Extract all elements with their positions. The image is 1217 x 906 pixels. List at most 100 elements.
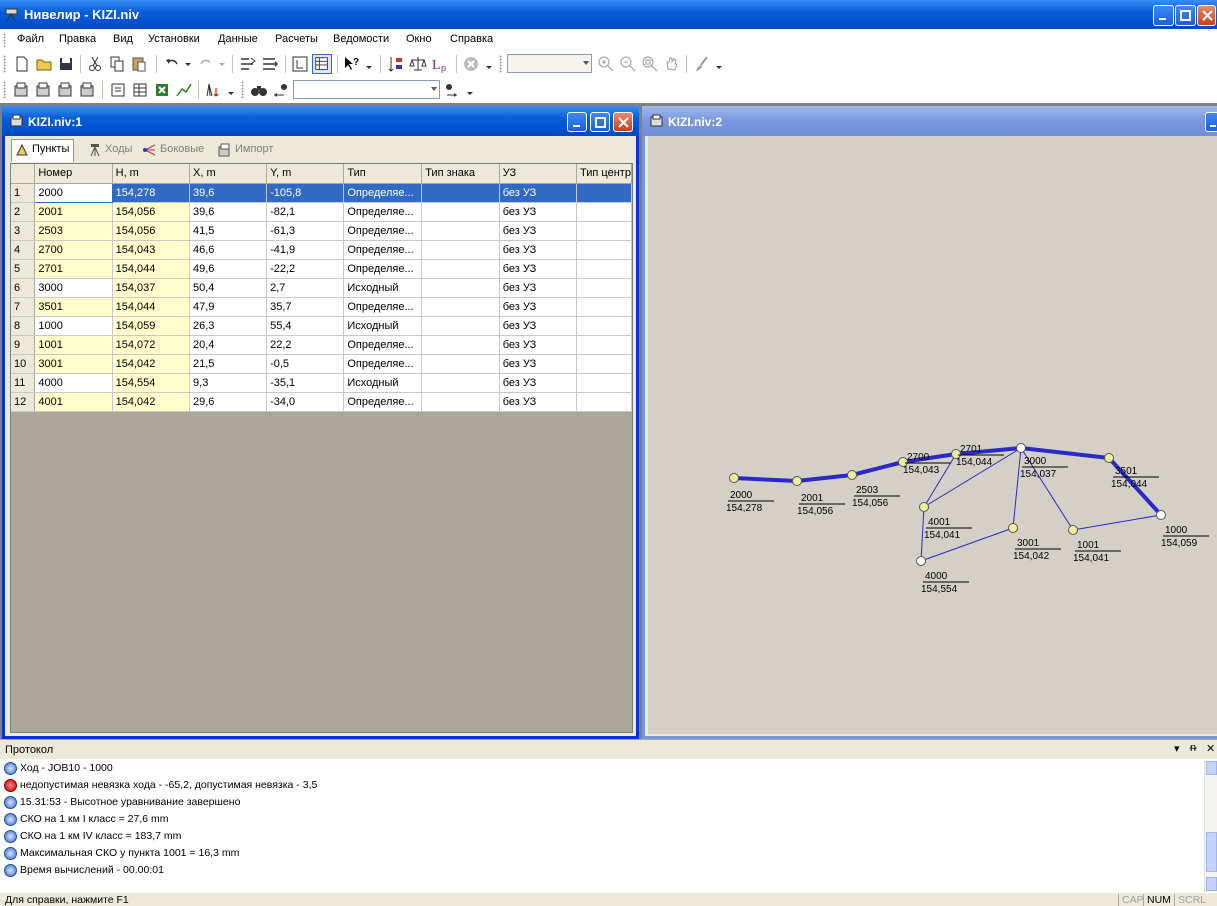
cell-sign-type[interactable]: [421, 240, 500, 260]
cell-number[interactable]: 1001: [34, 335, 113, 355]
cell-number[interactable]: 3001: [34, 354, 113, 374]
cell-sign-type[interactable]: [421, 373, 500, 393]
cell-type[interactable]: Определяе...: [343, 221, 423, 241]
menu-view[interactable]: Вид: [113, 33, 133, 45]
cell-type[interactable]: Определяе...: [343, 240, 423, 260]
tab-side-shots[interactable]: Боковые: [140, 140, 208, 161]
cell-height[interactable]: 154,042: [112, 354, 191, 374]
cell-uz[interactable]: без УЗ: [499, 316, 578, 336]
child-minimize-button[interactable]: [567, 112, 587, 132]
export-chart-icon[interactable]: [174, 80, 194, 100]
cell-uz[interactable]: без УЗ: [499, 392, 578, 412]
row-number-cell[interactable]: 5: [11, 259, 36, 279]
cell-type[interactable]: Определяе...: [343, 183, 423, 203]
defined-point-marker[interactable]: [847, 470, 857, 480]
undo-icon[interactable]: [162, 54, 182, 74]
column-header-height[interactable]: H, m: [112, 164, 191, 184]
cell-type[interactable]: Определяе...: [343, 259, 423, 279]
cell-uz[interactable]: без УЗ: [499, 373, 578, 393]
map-point-2701[interactable]: 2701 154,044: [951, 444, 1005, 468]
cell-x[interactable]: 47,9: [189, 297, 268, 317]
column-header-x[interactable]: X, m: [189, 164, 268, 184]
cell-uz[interactable]: без УЗ: [499, 240, 578, 260]
cell-x[interactable]: 26,3: [189, 316, 268, 336]
cell-number[interactable]: 3501: [34, 297, 113, 317]
cell-x[interactable]: 29,6: [189, 392, 268, 412]
map-point-4001[interactable]: 4001 154,041: [919, 502, 973, 542]
row-number-cell[interactable]: 7: [11, 297, 36, 317]
toolbar-overflow-icon[interactable]: [364, 54, 374, 74]
tab-points[interactable]: Пункты: [11, 139, 75, 162]
toolbar-overflow-icon[interactable]: [714, 54, 724, 74]
cell-center-type[interactable]: [576, 373, 632, 393]
cell-center-type[interactable]: [576, 183, 632, 203]
table-row[interactable]: 7 3501 154,044 47,9 35,7 Определяе... без УЗ: [11, 297, 632, 317]
cell-uz[interactable]: без УЗ: [499, 221, 578, 241]
child-close-button[interactable]: [613, 112, 633, 132]
tab-import[interactable]: Импорт: [215, 140, 277, 161]
cell-height[interactable]: 154,037: [112, 278, 191, 298]
cell-sign-type[interactable]: [421, 335, 500, 355]
export-table-icon[interactable]: [130, 80, 150, 100]
menu-data[interactable]: Данные: [218, 33, 258, 45]
menu-edit[interactable]: Правка: [59, 33, 96, 45]
cell-center-type[interactable]: [576, 202, 632, 222]
defined-point-marker[interactable]: [1068, 525, 1078, 535]
row-number-cell[interactable]: 3: [11, 221, 36, 241]
scroll-thumb[interactable]: [1206, 832, 1217, 872]
cell-uz[interactable]: без УЗ: [499, 259, 578, 279]
cell-type[interactable]: Определяе...: [343, 297, 423, 317]
cell-number[interactable]: 2001: [34, 202, 113, 222]
cell-type[interactable]: Исходный: [343, 278, 423, 298]
row-number-cell[interactable]: 11: [11, 373, 36, 393]
table-row[interactable]: 6 3000 154,037 50,4 2,7 Исходный без УЗ: [11, 278, 632, 298]
cell-center-type[interactable]: [576, 278, 632, 298]
table-row[interactable]: 4 2700 154,043 46,6 -41,9 Определяе... без УЗ: [11, 240, 632, 260]
cell-sign-type[interactable]: [421, 297, 500, 317]
cell-number[interactable]: 1000: [34, 316, 113, 336]
leveling-sort-icon[interactable]: [386, 54, 406, 74]
cell-center-type[interactable]: [576, 297, 632, 317]
cell-height[interactable]: 154,043: [112, 240, 191, 260]
balance-icon[interactable]: [408, 54, 428, 74]
cell-uz[interactable]: без УЗ: [499, 183, 578, 203]
pin-icon[interactable]: ᵰ: [1190, 742, 1196, 754]
brush-icon[interactable]: [692, 54, 712, 74]
map-point-2001[interactable]: 2001 154,056: [792, 476, 846, 518]
cell-sign-type[interactable]: [421, 278, 500, 298]
cell-y[interactable]: 55,4: [266, 316, 345, 336]
cell-y[interactable]: -0,5: [266, 354, 345, 374]
table-row[interactable]: 9 1001 154,072 20,4 22,2 Определяе... без УЗ: [11, 335, 632, 355]
cell-height[interactable]: 154,059: [112, 316, 191, 336]
cell-sign-type[interactable]: [421, 354, 500, 374]
cell-height[interactable]: 154,042: [112, 392, 191, 412]
network-map-canvas[interactable]: 2000 154,278 2001 154,056 2503 154,056 2700 154…: [648, 136, 1217, 734]
table-row[interactable]: 8 1000 154,059 26,3 55,4 Исходный без УЗ: [11, 316, 632, 336]
cell-type[interactable]: Исходный: [343, 316, 423, 336]
cell-x[interactable]: 21,5: [189, 354, 268, 374]
map-point-1001[interactable]: 1001 154,041: [1068, 525, 1122, 565]
defined-point-marker[interactable]: [919, 502, 929, 512]
row-number-cell[interactable]: 9: [11, 335, 36, 355]
toolbar-overflow-icon[interactable]: [484, 54, 494, 74]
cell-number[interactable]: 4001: [34, 392, 113, 412]
paste-icon[interactable]: [129, 54, 149, 74]
menu-settings[interactable]: Установки: [148, 33, 200, 45]
new-file-icon[interactable]: [12, 54, 32, 74]
cell-type[interactable]: Определяе...: [343, 202, 423, 222]
traverse-line[interactable]: [1012, 447, 1022, 529]
length-icon[interactable]: Lp: [430, 54, 450, 74]
row-number-cell[interactable]: 6: [11, 278, 36, 298]
dropdown-icon[interactable]: ▾: [1174, 742, 1180, 755]
arrange-icon[interactable]: [260, 54, 280, 74]
cell-height[interactable]: 154,056: [112, 202, 191, 222]
redo-icon[interactable]: [196, 54, 216, 74]
cell-height[interactable]: 154,072: [112, 335, 191, 355]
cell-x[interactable]: 41,5: [189, 221, 268, 241]
zoom-out-icon[interactable]: [618, 54, 638, 74]
close-icon[interactable]: ✕: [1206, 742, 1215, 755]
find-next-icon[interactable]: [443, 80, 463, 100]
cell-height[interactable]: 154,044: [112, 297, 191, 317]
import-side-icon[interactable]: [55, 80, 75, 100]
cell-sign-type[interactable]: [421, 392, 500, 412]
